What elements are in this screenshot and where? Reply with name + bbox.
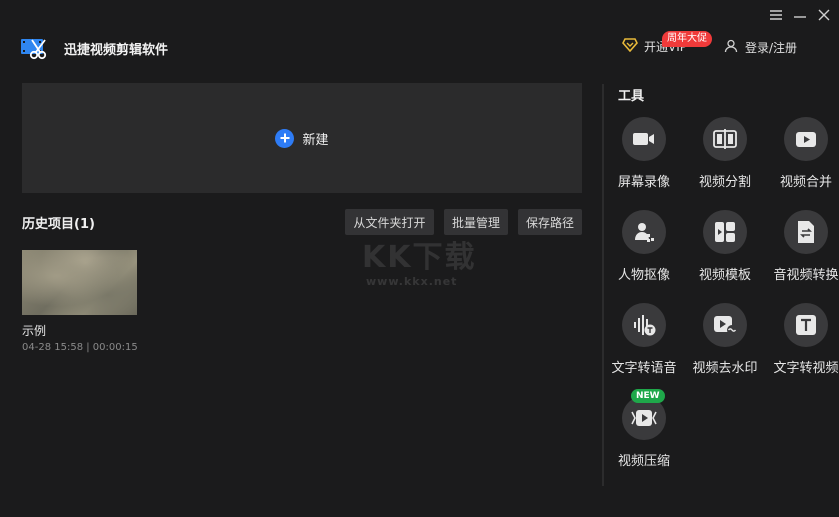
tool-label: 文字转视频 [773,361,839,376]
tool-text-to-speech[interactable]: 文字转语音 [603,303,685,393]
watermark: KK下载 [362,240,477,275]
project-thumbnail[interactable] [22,250,137,315]
text-to-video-icon [784,303,828,347]
user-icon [724,39,738,56]
watermark-url: www.kkx.net [366,275,458,288]
tool-video-merge[interactable]: 视频合并 [765,117,839,207]
tool-person-cutout[interactable]: 人物抠像 [603,210,685,300]
tool-label: 视频分割 [698,175,752,190]
minimize-icon[interactable] [791,6,809,24]
app-title: 迅捷视频剪辑软件 [64,43,169,58]
tools-title: 工具 [618,89,645,104]
tool-remove-watermark[interactable]: 视频去水印 [684,303,766,393]
tool-label: 视频压缩 [617,454,671,469]
project-meta: 04-28 15:58 | 00:00:15 [22,342,138,353]
tool-label: 音视频转换 [773,268,839,283]
screen-record-icon [622,117,666,161]
tool-label: 屏幕录像 [617,175,671,190]
menu-icon[interactable] [767,6,785,24]
remove-watermark-icon [703,303,747,347]
app-logo-icon [20,36,48,62]
tool-label: 视频合并 [779,175,833,190]
diamond-icon [622,38,638,55]
video-merge-icon [784,117,828,161]
text-to-speech-icon [622,303,666,347]
av-convert-icon [784,210,828,254]
login-label: 登录/注册 [745,41,798,55]
new-badge: NEW [631,389,665,403]
tool-video-split[interactable]: 视频分割 [684,117,766,207]
new-project-button[interactable]: 新建 [22,83,582,193]
tool-video-compress[interactable]: NEW 视频压缩 [603,389,685,486]
tool-label: 人物抠像 [617,268,671,283]
person-cutout-icon [622,210,666,254]
promo-badge: 周年大促 [662,31,712,47]
tool-screen-record[interactable]: 屏幕录像 [603,117,685,207]
tool-video-template[interactable]: 视频模板 [684,210,766,300]
tool-label: 文字转语音 [611,361,677,376]
tool-label: 视频模板 [698,268,752,283]
history-title: 历史项目(1) [22,217,95,232]
tool-text-to-video[interactable]: 文字转视频 [765,303,839,393]
tool-av-convert[interactable]: 音视频转换 [765,210,839,300]
project-name[interactable]: 示例 [22,322,46,339]
tool-label: 视频去水印 [692,361,758,376]
close-icon[interactable] [815,6,833,24]
video-split-icon [703,117,747,161]
save-path-button[interactable]: 保存路径 [518,209,582,235]
new-label: 新建 [302,132,329,148]
login-button[interactable]: 登录/注册 [724,39,797,56]
video-template-icon [703,210,747,254]
plus-icon [275,128,295,148]
